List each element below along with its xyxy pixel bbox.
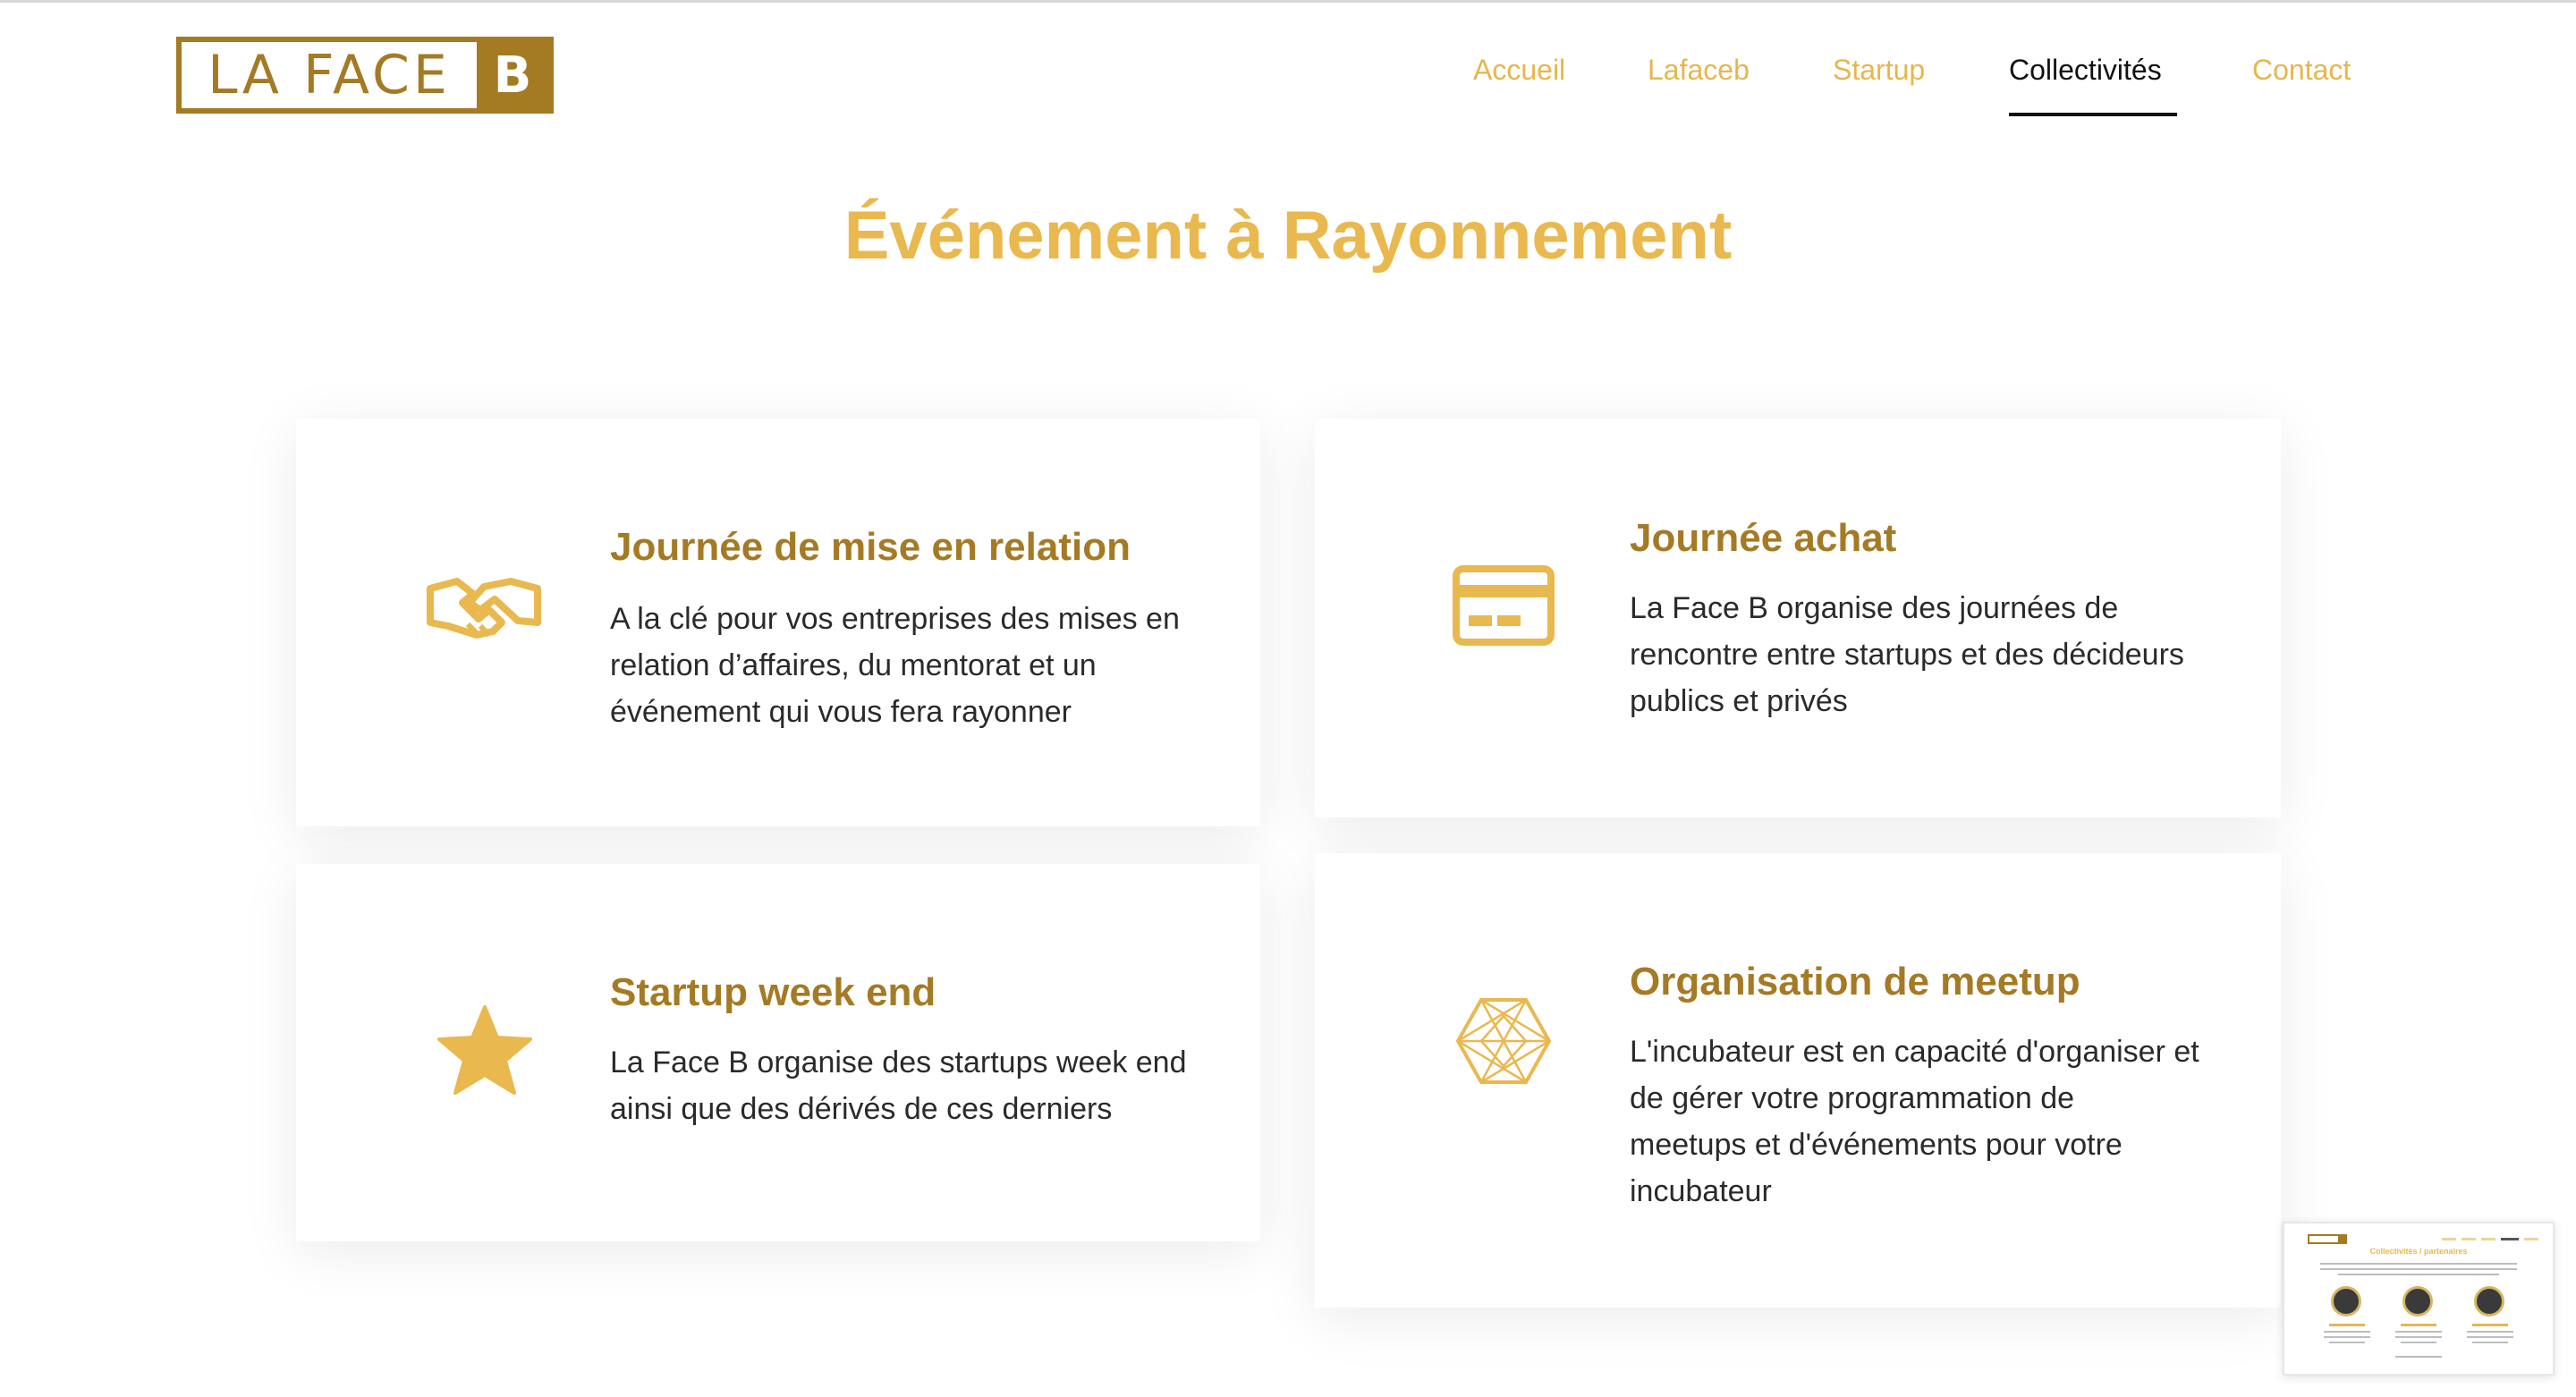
nav-item-startup[interactable]: Startup	[1833, 55, 1925, 84]
thumbnail-text-line	[2320, 1268, 2517, 1270]
network-polygon-icon	[1454, 996, 1553, 1090]
nav-active-indicator	[2009, 113, 2177, 116]
thumbnail-text-line	[2395, 1356, 2442, 1358]
thumbnail-nav	[2462, 1238, 2476, 1240]
thumbnail-avatar	[2331, 1286, 2361, 1317]
thumbnail-text-line	[2395, 1331, 2442, 1333]
thumbnail-nav	[2501, 1238, 2519, 1240]
card-description: A la clé pour vos entreprises des mises …	[610, 596, 1180, 735]
card-line: relation d’affaires, du mentorat et un	[610, 648, 1097, 682]
handshake-icon	[427, 572, 541, 648]
card-description: L'incubateur est en capacité d'organiser…	[1630, 1029, 2199, 1215]
thumbnail-nav	[2442, 1238, 2456, 1240]
thumbnail-text-line	[2467, 1331, 2513, 1333]
card-title: Journée achat	[1630, 516, 1897, 560]
card-line: rencontre entre startups et des décideur…	[1630, 638, 2184, 672]
nav-item-contact[interactable]: Contact	[2252, 55, 2351, 84]
nav-item-accueil[interactable]: Accueil	[1473, 55, 1565, 84]
nav-item-collectivites[interactable]: Collectivités	[2009, 55, 2162, 84]
card-mise-en-relation: Journée de mise en relation A la clé pou…	[296, 419, 1260, 826]
thumbnail-nav	[2481, 1238, 2496, 1240]
card-startup-week-end: Startup week end La Face B organise des …	[296, 864, 1260, 1241]
card-journee-achat: Journée achat La Face B organise des jou…	[1315, 419, 2281, 817]
thumbnail-title: Collectivités / partenaires	[2369, 1247, 2468, 1256]
thumbnail-text-line	[2320, 1263, 2517, 1265]
card-line: ainsi que des dérivés de ces derniers	[610, 1092, 1113, 1126]
card-title: Journée de mise en relation	[610, 525, 1131, 569]
thumbnail-text-line	[2329, 1342, 2365, 1343]
card-line: meetups et d'événements pour votre	[1630, 1128, 2123, 1162]
card-line: incubateur	[1630, 1174, 1772, 1208]
card-line: La Face B organise des journées de	[1630, 591, 2119, 625]
card-line: L'incubateur est en capacité d'organiser…	[1630, 1035, 2199, 1069]
thumbnail-text-line	[2324, 1331, 2370, 1333]
page-title: Événement à Rayonnement	[843, 198, 1733, 274]
thumbnail-text-line	[2395, 1336, 2442, 1338]
card-description: La Face B organise des journées de renco…	[1630, 585, 2184, 724]
top-border	[0, 0, 2576, 3]
card-description: La Face B organise des startups week end…	[610, 1039, 1187, 1132]
thumbnail-label	[2472, 1324, 2508, 1326]
thumbnail-label	[2329, 1324, 2365, 1326]
site-logo[interactable]: LA FACE B	[176, 37, 554, 114]
star-icon	[436, 1003, 534, 1103]
thumbnail-text-line	[2324, 1336, 2370, 1338]
page-preview-thumbnail[interactable]: Collectivités / partenaires	[2283, 1222, 2555, 1376]
credit-card-icon	[1453, 565, 1555, 650]
thumbnail-label	[2401, 1324, 2436, 1326]
card-title: Startup week end	[610, 970, 936, 1014]
card-organisation-meetup: Organisation de meetup L'incubateur est …	[1315, 853, 2281, 1308]
card-line: A la clé pour vos entreprises des mises …	[610, 602, 1180, 636]
logo-text-right: B	[493, 46, 532, 105]
thumbnail-text-line	[2338, 1274, 2499, 1275]
thumbnail-text-line	[2467, 1336, 2513, 1338]
card-line: publics et privés	[1630, 684, 1848, 718]
card-line: de gérer votre programmation de	[1630, 1081, 2075, 1115]
thumbnail-avatar	[2474, 1286, 2504, 1317]
logo-text-left: LA FACE	[182, 42, 477, 108]
thumbnail-avatar	[2402, 1286, 2433, 1317]
card-line: La Face B organise des startups week end	[610, 1046, 1187, 1080]
card-line: événement qui vous fera rayonner	[610, 695, 1072, 729]
thumbnail-text-line	[2401, 1342, 2436, 1343]
thumbnail-text-line	[2472, 1342, 2508, 1343]
thumbnail-nav	[2524, 1238, 2538, 1240]
nav-item-lafaceb[interactable]: Lafaceb	[1648, 55, 1750, 84]
thumbnail-logo-inner	[2309, 1236, 2338, 1242]
card-title: Organisation de meetup	[1630, 960, 2080, 1003]
